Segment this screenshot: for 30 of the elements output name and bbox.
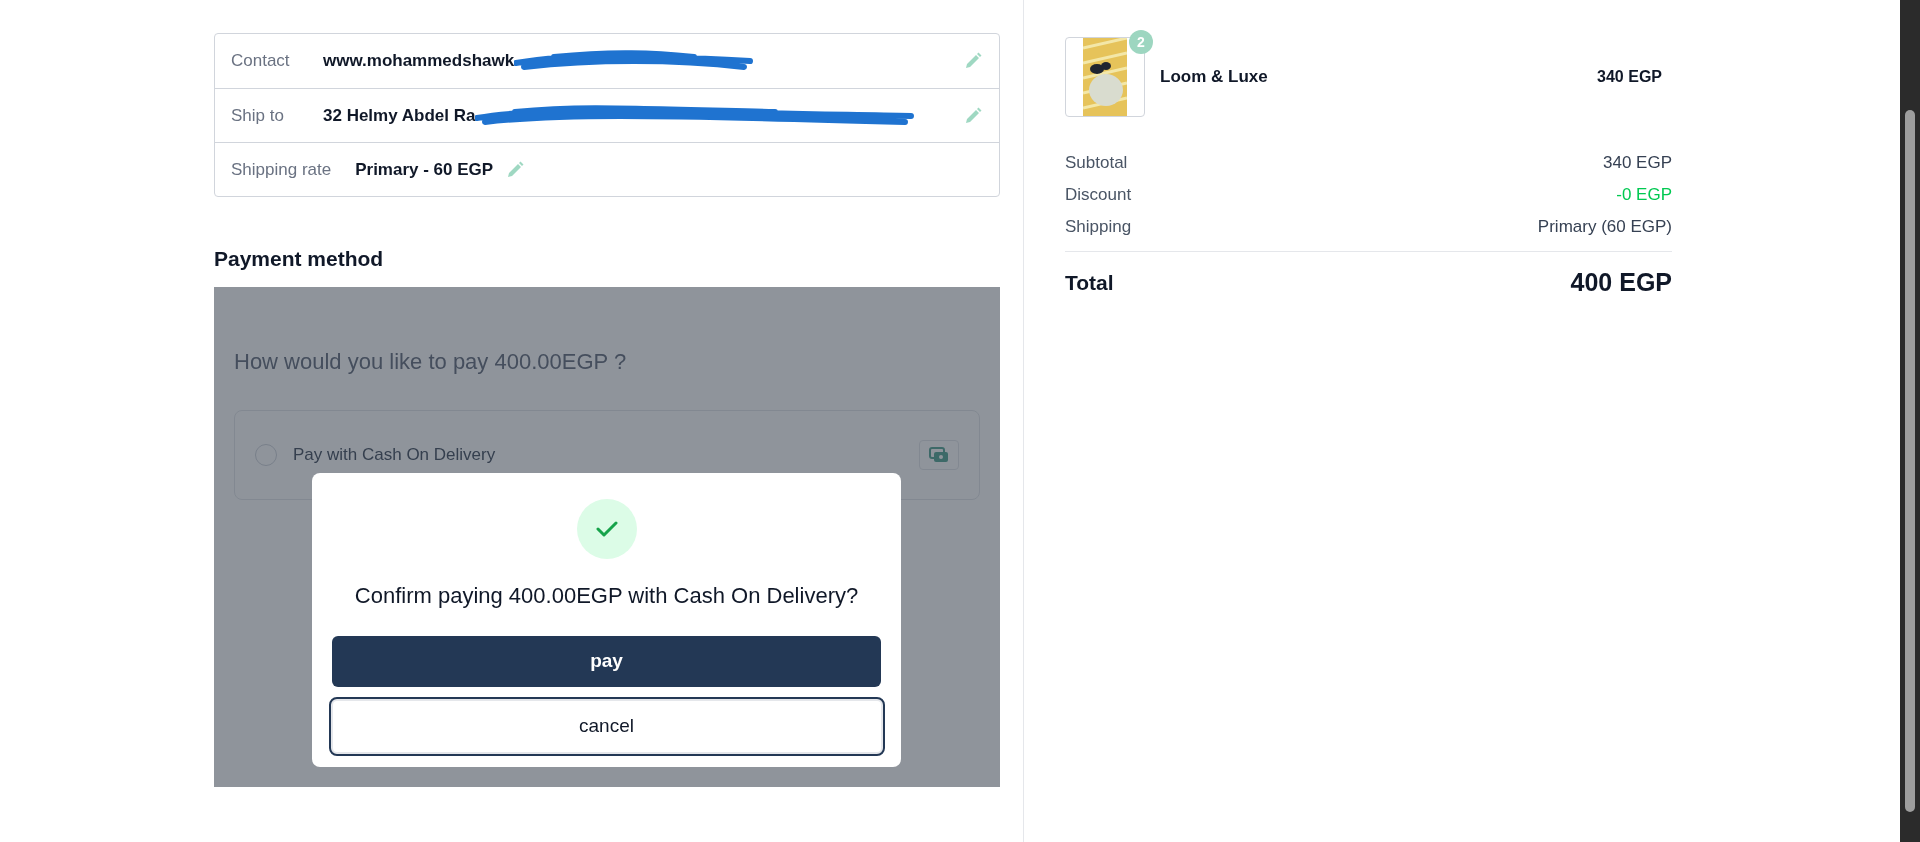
field-value: 32 Helmy Abdel Ra bbox=[323, 104, 476, 127]
product-name: Loom & Luxe bbox=[1160, 66, 1268, 89]
edit-icon[interactable] bbox=[963, 51, 983, 71]
field-label: Ship to bbox=[231, 104, 285, 127]
check-icon bbox=[595, 519, 618, 538]
quantity-badge: 2 bbox=[1129, 30, 1153, 54]
field-value: Primary - 60 EGP bbox=[355, 158, 494, 181]
payment-question: How would you like to pay 400.00EGP ? bbox=[234, 347, 628, 376]
pay-button[interactable]: pay bbox=[332, 635, 881, 687]
dialog-message: Confirm paying 400.00EGP with Cash On Delivery? bbox=[354, 581, 859, 610]
scrollbar[interactable] bbox=[1900, 0, 1920, 842]
scrollbar-thumb[interactable] bbox=[1905, 110, 1915, 812]
edit-icon[interactable] bbox=[963, 105, 983, 126]
summary-value: -0 EGP bbox=[1616, 184, 1672, 207]
total-label: Total bbox=[1065, 270, 1114, 296]
summary-value: 340 EGP bbox=[1603, 152, 1672, 175]
summary-label: Subtotal bbox=[1065, 152, 1128, 175]
cancel-button[interactable]: cancel bbox=[328, 696, 885, 756]
field-label: Contact bbox=[231, 50, 291, 73]
edit-icon[interactable] bbox=[505, 159, 526, 180]
summary-label: Discount bbox=[1065, 184, 1132, 207]
field-value: www.mohammedshawk bbox=[323, 50, 515, 73]
field-label: Shipping rate bbox=[231, 158, 332, 181]
cash-icon bbox=[929, 446, 949, 463]
option-label: Pay with Cash On Delivery bbox=[293, 443, 496, 466]
summary-value: Primary (60 EGP) bbox=[1537, 216, 1672, 239]
summary-label: Shipping bbox=[1065, 216, 1132, 239]
total-value: 400 EGP bbox=[1570, 267, 1672, 298]
product-price: 340 EGP bbox=[1597, 67, 1662, 87]
section-heading: Payment method bbox=[214, 246, 385, 272]
